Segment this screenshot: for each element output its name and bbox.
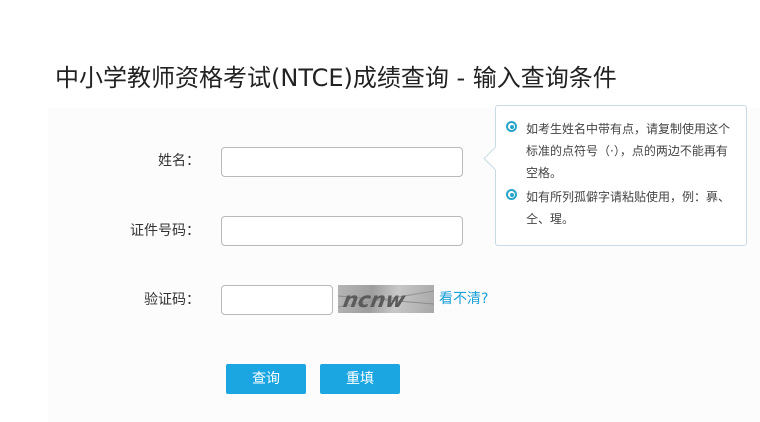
radio-bullet-icon: [506, 121, 517, 132]
captcha-input[interactable]: [221, 285, 333, 315]
name-input[interactable]: [221, 147, 463, 177]
tip-text: 如考生姓名中带有点，请复制使用这个标准的点符号（·），点的两边不能再有空格。: [526, 122, 731, 180]
page-title: 中小学教师资格考试(NTCE)成绩查询 - 输入查询条件: [55, 64, 617, 92]
query-button[interactable]: 查询: [226, 364, 306, 394]
captcha-refresh-link[interactable]: 看不清?: [439, 290, 488, 308]
id-number-label: 证件号码：: [130, 223, 200, 239]
reset-button[interactable]: 重填: [320, 364, 400, 394]
tip-item: 如考生姓名中带有点，请复制使用这个标准的点符号（·），点的两边不能再有空格。: [506, 118, 734, 184]
tip-text: 如有所列孤僻字请粘贴使用，例：奡、仝、瑆。: [526, 190, 731, 226]
tip-item: 如有所列孤僻字请粘贴使用，例：奡、仝、瑆。: [506, 186, 734, 230]
id-number-input[interactable]: [221, 216, 463, 246]
captcha-label: 验证码：: [144, 292, 200, 308]
tip-box: 如考生姓名中带有点，请复制使用这个标准的点符号（·），点的两边不能再有空格。 如…: [483, 105, 747, 246]
captcha-image[interactable]: ncnw: [338, 285, 434, 313]
captcha-image-text: ncnw: [341, 287, 408, 312]
radio-bullet-icon: [506, 189, 517, 200]
name-label: 姓名：: [158, 153, 200, 169]
